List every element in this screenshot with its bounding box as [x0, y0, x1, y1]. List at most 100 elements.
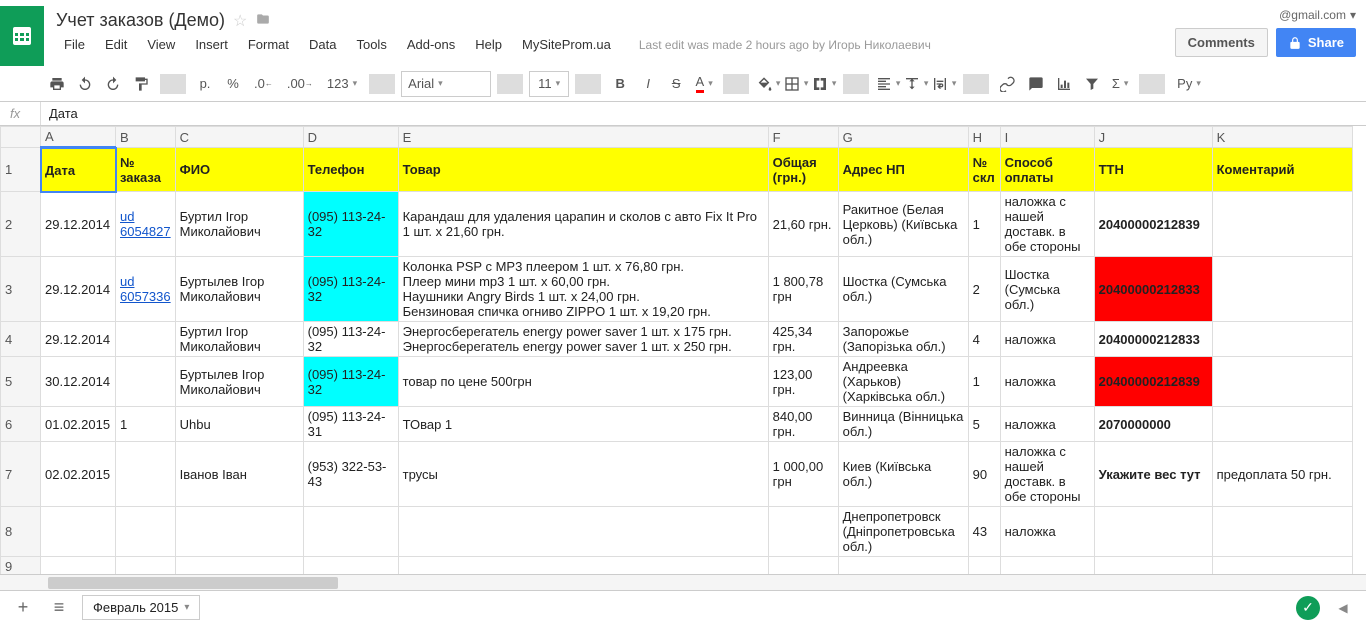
cell[interactable] — [398, 557, 768, 575]
cell[interactable] — [303, 507, 398, 557]
header-cell[interactable]: ФИО — [175, 148, 303, 192]
cell[interactable]: (095) 113-24-32 — [303, 322, 398, 357]
cell[interactable]: (953) 322-53-43 — [303, 442, 398, 507]
header-cell[interactable]: № заказа — [116, 148, 176, 192]
cell[interactable]: Буртылев Ігор Миколайович — [175, 357, 303, 407]
cell[interactable]: 20400000212833 — [1094, 257, 1212, 322]
italic-button[interactable]: I — [635, 71, 661, 97]
size-select[interactable]: 11 — [529, 71, 569, 97]
cell[interactable]: Карандаш для удаления царапин и сколов с… — [398, 192, 768, 257]
paint-icon[interactable] — [128, 71, 154, 97]
text-color[interactable]: A — [691, 71, 717, 97]
percent-format[interactable]: % — [220, 71, 246, 97]
star-icon[interactable]: ☆ — [233, 11, 247, 31]
col-header[interactable]: C — [175, 127, 303, 148]
cell[interactable]: 01.02.2015 — [41, 407, 116, 442]
col-header[interactable]: D — [303, 127, 398, 148]
cell[interactable]: 20400000212839 — [1094, 357, 1212, 407]
undo-icon[interactable] — [72, 71, 98, 97]
cell[interactable] — [398, 507, 768, 557]
col-header[interactable]: F — [768, 127, 838, 148]
row-header[interactable]: 9 — [1, 557, 41, 575]
menu-edit[interactable]: Edit — [97, 35, 135, 54]
link-icon[interactable] — [995, 71, 1021, 97]
cell[interactable] — [41, 507, 116, 557]
valign-icon[interactable] — [903, 71, 929, 97]
cell[interactable]: ud 6054827 — [116, 192, 176, 257]
cell[interactable]: 43 — [968, 507, 1000, 557]
col-header[interactable]: J — [1094, 127, 1212, 148]
menu-insert[interactable]: Insert — [187, 35, 236, 54]
status-ok-icon[interactable]: ✓ — [1296, 596, 1320, 620]
folder-icon[interactable] — [255, 12, 271, 29]
cell[interactable]: 29.12.2014 — [41, 322, 116, 357]
cell[interactable] — [116, 357, 176, 407]
row-header[interactable]: 5 — [1, 357, 41, 407]
explore-button[interactable]: ◀ — [1330, 595, 1356, 621]
cell[interactable]: Андреевка (Харьков) (Харківська обл.) — [838, 357, 968, 407]
share-button[interactable]: Share — [1276, 28, 1356, 57]
formula-value[interactable]: Дата — [49, 106, 78, 121]
cell[interactable]: 20400000212833 — [1094, 322, 1212, 357]
cell[interactable]: наложка с нашей доставк. в обе стороны — [1000, 192, 1094, 257]
horizontal-scrollbar[interactable] — [0, 574, 1366, 590]
cell[interactable] — [838, 557, 968, 575]
cell[interactable]: (095) 113-24-32 — [303, 257, 398, 322]
header-cell[interactable]: Способ оплаты — [1000, 148, 1094, 192]
functions-icon[interactable]: Σ — [1107, 71, 1133, 97]
row-header[interactable]: 2 — [1, 192, 41, 257]
cell[interactable] — [116, 322, 176, 357]
cell[interactable]: 123,00 грн. — [768, 357, 838, 407]
cell[interactable]: ud 6057336 — [116, 257, 176, 322]
cell[interactable] — [175, 557, 303, 575]
menu-data[interactable]: Data — [301, 35, 344, 54]
sheets-logo[interactable] — [0, 6, 44, 66]
cell[interactable] — [1094, 507, 1212, 557]
col-header[interactable] — [1, 127, 41, 148]
col-header[interactable]: A — [41, 127, 116, 148]
cell[interactable] — [116, 442, 176, 507]
cell[interactable]: Іванов Іван — [175, 442, 303, 507]
cell[interactable]: 4 — [968, 322, 1000, 357]
dec-decrease[interactable]: .0← — [248, 71, 279, 97]
cell[interactable]: 2070000000 — [1094, 407, 1212, 442]
menu-addons[interactable]: Add-ons — [399, 35, 463, 54]
wrap-icon[interactable] — [931, 71, 957, 97]
cell[interactable]: Днепропетровск (Дніпропетровська обл.) — [838, 507, 968, 557]
row-header[interactable]: 3 — [1, 257, 41, 322]
spreadsheet-grid[interactable]: ABCDEFGHIJK 1Дата№ заказаФИОТелефонТовар… — [0, 126, 1353, 574]
cell[interactable]: Буртил Ігор Миколайович — [175, 322, 303, 357]
cell[interactable]: Буртылев Ігор Миколайович — [175, 257, 303, 322]
cell[interactable]: Запорожье (Запорізька обл.) — [838, 322, 968, 357]
header-cell[interactable]: Общая (грн.) — [768, 148, 838, 192]
cell[interactable] — [41, 557, 116, 575]
cell[interactable] — [768, 557, 838, 575]
dec-increase[interactable]: .00→ — [281, 71, 319, 97]
cell[interactable]: 21,60 грн. — [768, 192, 838, 257]
chart-icon[interactable] — [1051, 71, 1077, 97]
menu-mysiteprom[interactable]: MySiteProm.ua — [514, 35, 619, 54]
cell[interactable]: 20400000212839 — [1094, 192, 1212, 257]
cell[interactable] — [1212, 557, 1352, 575]
cell[interactable]: 2 — [968, 257, 1000, 322]
add-sheet-button[interactable]: + — [10, 595, 36, 621]
header-cell[interactable]: ТТН — [1094, 148, 1212, 192]
scrollbar-thumb[interactable] — [48, 577, 338, 589]
cell[interactable]: 5 — [968, 407, 1000, 442]
col-header[interactable]: E — [398, 127, 768, 148]
font-select[interactable]: Arial — [401, 71, 491, 97]
filter-icon[interactable] — [1079, 71, 1105, 97]
cell[interactable]: Киев (Київська обл.) — [838, 442, 968, 507]
cell[interactable]: 1 — [968, 357, 1000, 407]
cell[interactable]: наложка с нашей доставк. в обе стороны — [1000, 442, 1094, 507]
strike-button[interactable]: S — [663, 71, 689, 97]
cell[interactable] — [116, 557, 176, 575]
col-header[interactable]: K — [1212, 127, 1352, 148]
cell[interactable] — [1212, 507, 1352, 557]
header-cell[interactable]: Адрес НП — [838, 148, 968, 192]
cell[interactable]: Буртил Ігор Миколайович — [175, 192, 303, 257]
input-lang[interactable]: Py — [1171, 71, 1207, 97]
row-header[interactable]: 8 — [1, 507, 41, 557]
cell[interactable]: (095) 113-24-32 — [303, 357, 398, 407]
menu-help[interactable]: Help — [467, 35, 510, 54]
